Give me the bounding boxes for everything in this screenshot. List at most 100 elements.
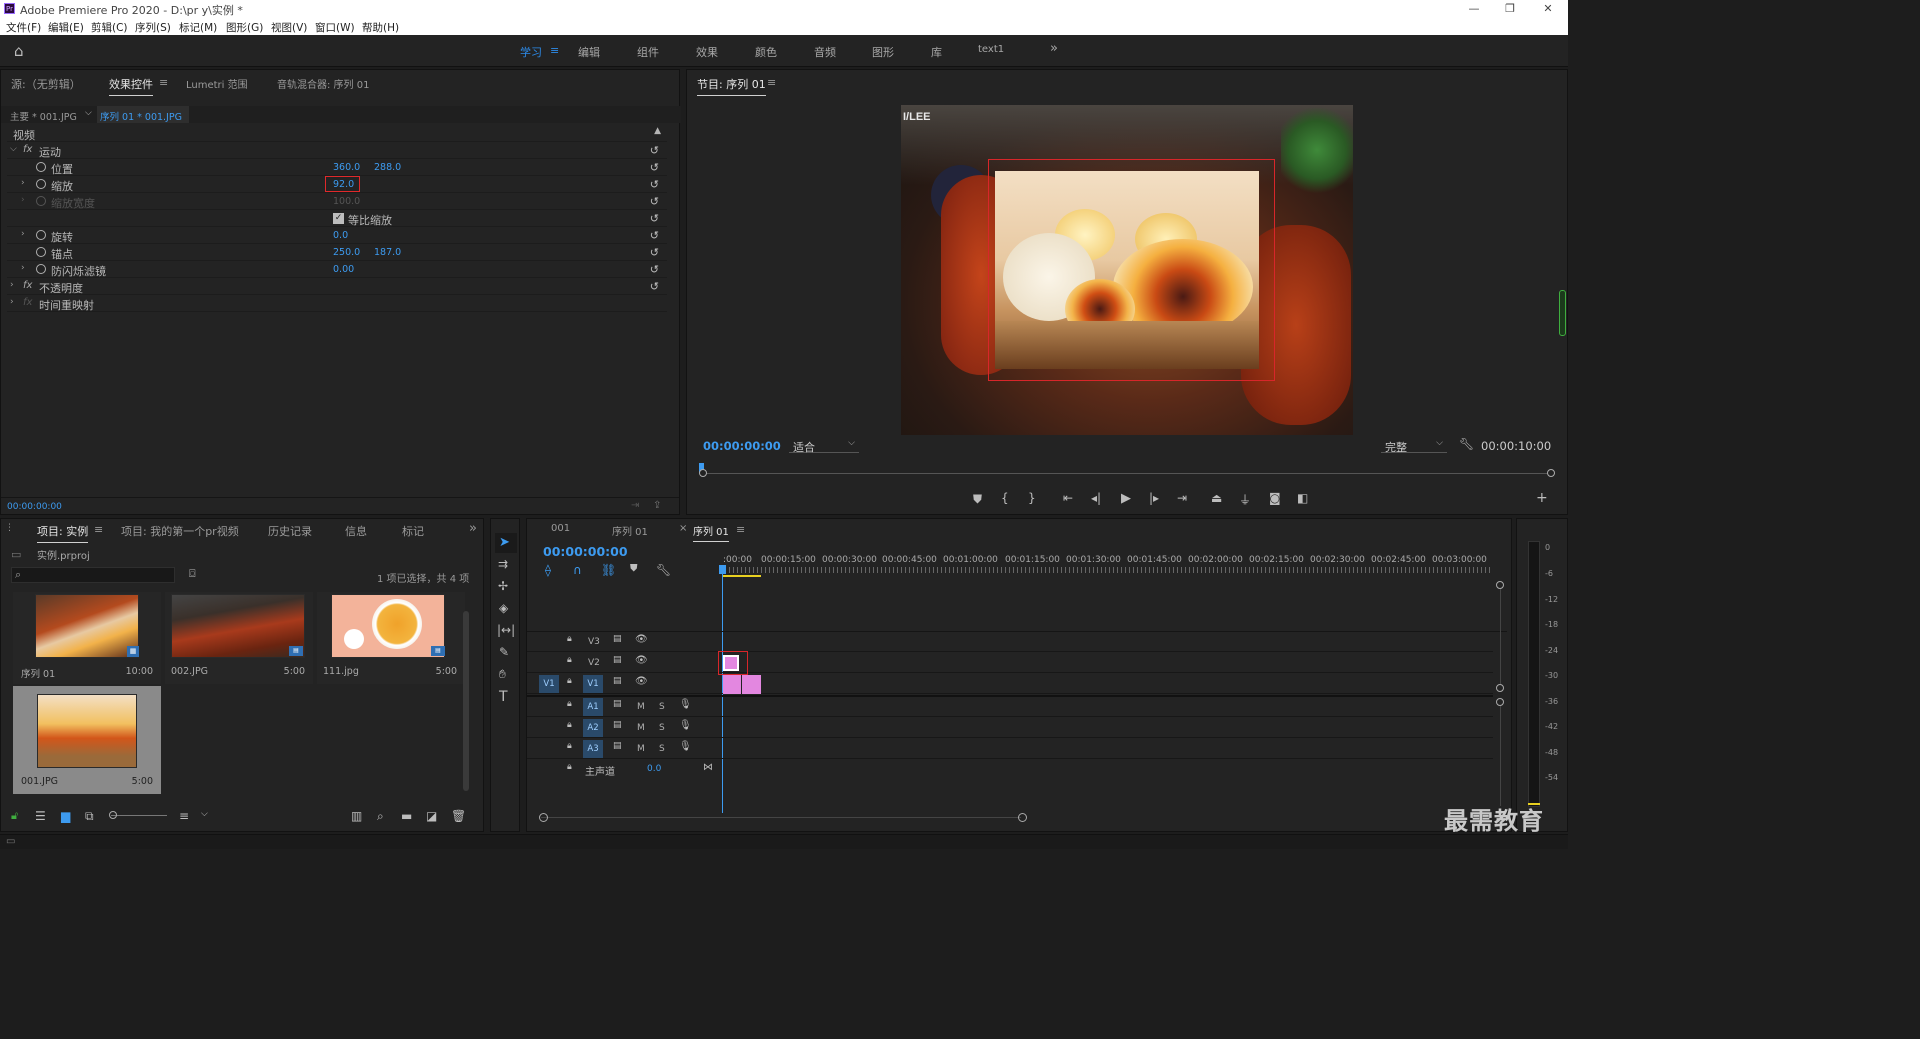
position-x-value[interactable]: 360.0 — [333, 162, 360, 173]
automate-icon[interactable]: ▥ — [351, 809, 362, 823]
stopwatch-icon[interactable] — [36, 179, 46, 189]
menu-clip[interactable]: 剪辑(C) — [91, 20, 128, 35]
reset-icon[interactable]: ↺ — [650, 178, 659, 191]
tab-sequence-001[interactable]: 001 — [551, 523, 570, 534]
go-to-end-icon[interactable]: ⋈ — [703, 762, 713, 773]
workspace-learn[interactable]: 学习 — [520, 44, 542, 60]
clip-v2-001[interactable] — [723, 655, 739, 671]
track-select-tool-icon[interactable]: ⇉ — [498, 557, 508, 571]
zoom-handle-right[interactable] — [1547, 469, 1555, 477]
project-item-111[interactable]: ▤ 111.jpg 5:00 — [317, 592, 465, 684]
more-tabs-icon[interactable]: » — [469, 521, 477, 536]
sort-icon[interactable]: ≡ — [179, 809, 189, 823]
go-to-out-icon[interactable]: ⇥ — [1177, 491, 1187, 505]
hand-tool-icon[interactable]: ✋︎ — [499, 667, 506, 682]
row-position[interactable]: 位置 360.0 288.0 ↺ — [7, 159, 667, 176]
tab-sequence-01-a[interactable]: 序列 01 — [612, 523, 648, 538]
track-target-a1[interactable]: A1 — [583, 698, 603, 716]
lift-icon[interactable]: ⏏ — [1211, 491, 1222, 505]
anti-flicker-value[interactable]: 0.00 — [333, 264, 354, 275]
row-scale[interactable]: › 缩放 92.0 ↺ — [7, 176, 667, 193]
stopwatch-icon[interactable] — [36, 230, 46, 240]
comparison-view-icon[interactable]: ◧ — [1297, 491, 1308, 505]
track-v1[interactable]: V1 🔒︎ V1 ▤ 👁︎ — [527, 674, 1493, 694]
close-tab-icon[interactable]: × — [679, 523, 687, 534]
eye-icon[interactable]: 👁︎ — [635, 634, 648, 645]
vscroll-handle-top[interactable] — [1496, 581, 1504, 589]
expand-chevron-icon[interactable]: › — [10, 297, 14, 307]
project-item-sequence[interactable]: ▦ 序列 01 10:00 — [13, 592, 161, 684]
eye-icon[interactable]: 👁︎ — [635, 655, 648, 666]
tab-menu-icon[interactable]: ≡ — [159, 76, 168, 89]
fx-icon[interactable]: fx — [23, 144, 32, 155]
tab-markers[interactable]: 标记 — [402, 523, 424, 539]
add-button-icon[interactable]: + — [1536, 490, 1548, 506]
track-label[interactable]: V2 — [588, 658, 600, 668]
workspace-color[interactable]: 颜色 — [755, 44, 777, 60]
row-motion[interactable]: ⌵ fx 运动 ↺ — [7, 142, 667, 159]
program-monitor-title[interactable]: 节目: 序列 01 — [697, 76, 766, 96]
home-icon[interactable]: ⌂ — [14, 42, 24, 60]
snap-magnet-icon[interactable]: ∩ — [573, 563, 582, 577]
hscroll-bar[interactable] — [541, 817, 1021, 818]
row-anchor-point[interactable]: 锚点 250.0 187.0 ↺ — [7, 244, 667, 261]
play-icon[interactable]: ▶ — [1121, 491, 1131, 506]
stopwatch-icon[interactable] — [36, 247, 46, 257]
panel-menu-icon[interactable]: ≡ — [767, 76, 776, 89]
stopwatch-icon[interactable] — [36, 264, 46, 274]
track-a1[interactable]: 🔒︎ A1 ▤ M S 🎙︎ — [527, 697, 1493, 717]
go-to-in-icon[interactable]: ⇤ — [1063, 491, 1073, 505]
toggle-sync-icon[interactable]: ▤ — [613, 741, 622, 751]
menu-help[interactable]: 帮助(H) — [362, 20, 399, 35]
ripple-edit-tool-icon[interactable]: ✢ — [498, 579, 508, 593]
vscroll-handle-audio[interactable] — [1496, 698, 1504, 706]
tab-audio-track-mixer[interactable]: 音轨混合器: 序列 01 — [277, 76, 369, 91]
expand-chevron-icon[interactable]: › — [21, 263, 25, 273]
row-opacity[interactable]: › fx 不透明度 ↺ — [7, 278, 667, 295]
position-y-value[interactable]: 288.0 — [374, 162, 401, 173]
freeform-view-icon[interactable]: ⧉ — [85, 809, 94, 824]
expand-chevron-icon[interactable]: › — [21, 229, 25, 239]
pen-tool-icon[interactable]: ✎ — [499, 645, 509, 659]
reset-icon[interactable]: ↺ — [650, 195, 659, 208]
clip-v1-a[interactable] — [723, 675, 741, 694]
uniform-scale-checkbox[interactable]: ✓ — [333, 213, 344, 224]
tab-info[interactable]: 信息 — [345, 523, 367, 539]
anchor-y-value[interactable]: 187.0 — [374, 247, 401, 258]
tab-lumetri-scopes[interactable]: Lumetri 范围 — [186, 76, 248, 91]
step-back-icon[interactable]: ◂| — [1091, 491, 1101, 505]
panel-scroll-indicator[interactable] — [1559, 290, 1566, 336]
type-tool-icon[interactable]: T — [499, 689, 508, 705]
row-rotation[interactable]: › 旋转 0.0 ↺ — [7, 227, 667, 244]
workspace-menu-icon[interactable]: ≡ — [550, 44, 559, 57]
tab-source[interactable]: 源:（无剪辑） — [11, 76, 81, 92]
track-v2[interactable]: 🔒︎ V2 ▤ 👁︎ — [527, 651, 1493, 675]
menu-view[interactable]: 视图(V) — [271, 20, 307, 35]
workspace-edit[interactable]: 编辑 — [578, 44, 600, 60]
reset-icon[interactable]: ↺ — [650, 246, 659, 259]
master-volume-value[interactable]: 0.0 — [647, 764, 661, 774]
zoom-handle-left[interactable] — [699, 469, 707, 477]
track-a2[interactable]: 🔒︎ A2 ▤ M S 🎙︎ — [527, 718, 1493, 738]
quality-dropdown[interactable]: 完整 ⌵ — [1381, 437, 1447, 454]
workspace-text1[interactable]: text1 — [978, 44, 1004, 55]
mute-button[interactable]: M — [637, 744, 645, 754]
project-scrollbar[interactable] — [463, 611, 469, 791]
selection-tool-icon[interactable]: ➤ — [499, 535, 510, 550]
track-v3[interactable]: 🔒︎ V3 ▤ 👁︎ — [527, 632, 1493, 652]
track-label[interactable]: V3 — [588, 637, 600, 647]
master-clip-label[interactable]: 主要 * 001.JPG — [10, 109, 77, 123]
scroll-up-icon[interactable]: ▲ — [654, 126, 661, 136]
workspace-graphics[interactable]: 图形 — [872, 44, 894, 60]
eye-icon[interactable]: 👁︎ — [635, 676, 648, 687]
panel-grip-icon[interactable]: ⋮ — [5, 523, 14, 533]
list-view-icon[interactable]: ☰ — [35, 809, 46, 823]
maximize-icon[interactable]: ❐ — [1490, 0, 1530, 18]
rotation-value[interactable]: 0.0 — [333, 230, 348, 241]
close-icon[interactable]: ✕ — [1528, 0, 1568, 18]
reset-icon[interactable]: ↺ — [650, 161, 659, 174]
project-search-input[interactable]: ⌕ — [11, 567, 175, 583]
menu-sequence[interactable]: 序列(S) — [135, 20, 171, 35]
linked-selection-icon[interactable]: ⛓︎ — [601, 563, 616, 577]
microphone-icon[interactable]: 🎙︎ — [679, 741, 692, 752]
